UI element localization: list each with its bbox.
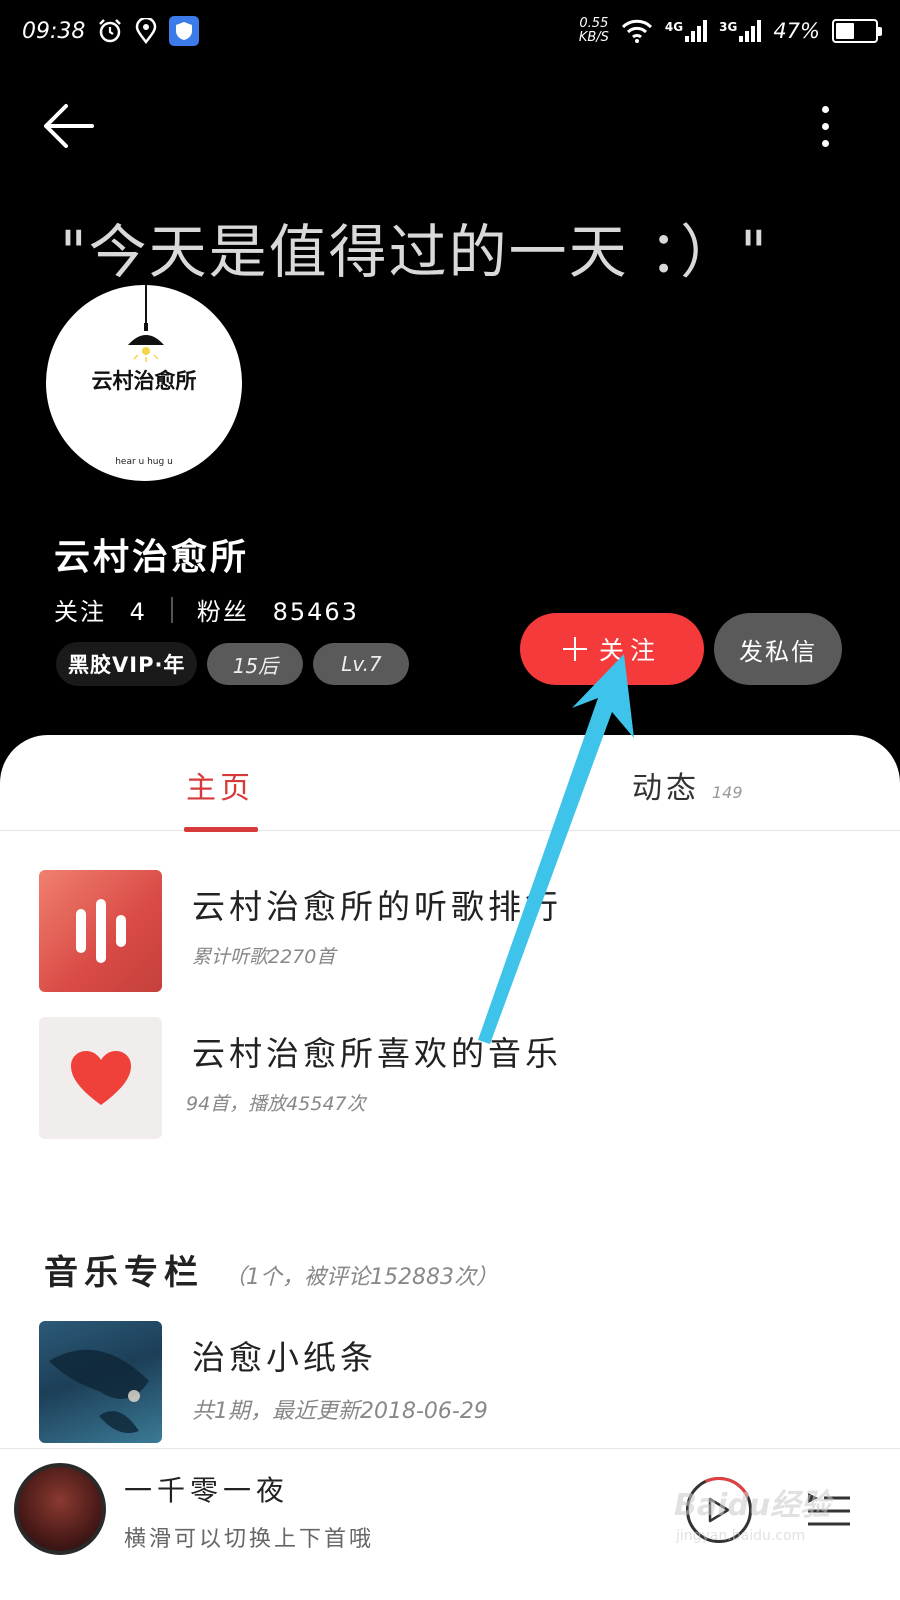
profile-tags: 黑胶VIP·年 15后 Lv.7 [56, 642, 410, 686]
alarm-icon [99, 19, 122, 43]
tab-active-indicator [184, 827, 258, 832]
level-tag[interactable]: Lv.7 [313, 643, 410, 685]
section-title: 音乐专栏 [44, 1253, 204, 1293]
divider [170, 596, 173, 623]
feed-count: 149 [712, 783, 743, 802]
ranking-bars-icon [39, 870, 162, 992]
location-icon [136, 18, 157, 44]
battery-percent: 47% [773, 19, 820, 43]
list-item-title: 云村治愈所喜欢的音乐 [192, 1034, 562, 1073]
column-subtitle: 共1期，最近更新2018-06-29 [192, 1399, 488, 1424]
now-playing-title: 一千零一夜 [124, 1474, 290, 1507]
tab-home[interactable]: 主页 [186, 763, 254, 807]
follow-button[interactable]: 关注 [520, 613, 704, 685]
follow-label: 关注 [598, 636, 661, 665]
column-cover-image [39, 1321, 162, 1443]
more-options-button[interactable] [810, 96, 840, 156]
list-item-ranking[interactable]: 云村治愈所的听歌排行 累计听歌2270首 [39, 870, 859, 992]
dot-icon [821, 122, 829, 130]
battery-icon [832, 19, 882, 43]
vip-badge[interactable]: 黑胶VIP·年 [56, 642, 198, 686]
list-item-liked-music[interactable]: 云村治愈所喜欢的音乐 94首，播放45547次 [39, 1017, 859, 1139]
send-message-button[interactable]: 发私信 [714, 613, 842, 685]
now-playing-cover[interactable] [14, 1463, 106, 1555]
age-tag: 15后 [207, 643, 304, 685]
dot-icon [821, 139, 829, 147]
signal-bars-icon [739, 20, 762, 42]
list-item-subtitle: 94首，播放45547次 [186, 1093, 366, 1115]
followers-stat[interactable]: 粉丝 85463 [197, 592, 359, 627]
profile-signature: "今天是值得过的一天 ：）" [60, 218, 769, 286]
network-speed: 0.55 KB/S [578, 16, 609, 45]
dot-icon [821, 105, 829, 113]
tab-feed[interactable]: 动态 149 [632, 763, 743, 807]
signal-3g: 3G [719, 20, 762, 42]
watermark-logo: Baidu经验 [674, 1488, 831, 1523]
plus-icon [562, 637, 587, 661]
watermark-url: jingyan.baidu.com [676, 1528, 806, 1544]
heart-icon [70, 1051, 131, 1105]
list-item-subtitle: 累计听歌2270首 [192, 946, 336, 968]
mini-player[interactable]: 一千零一夜 横滑可以切换上下首哦 [0, 1448, 900, 1600]
list-item-column[interactable]: 治愈小纸条 共1期，最近更新2018-06-29 [39, 1321, 859, 1443]
now-playing-hint: 横滑可以切换上下首哦 [124, 1527, 375, 1552]
list-item-title: 云村治愈所的听歌排行 [192, 887, 562, 926]
avatar[interactable]: 云村治愈所 hear u hug u [46, 285, 242, 481]
section-header: 音乐专栏 （1个，被评论152883次） [44, 1245, 498, 1294]
signal-bars-icon [685, 20, 708, 42]
following-stat[interactable]: 关注 4 [54, 592, 147, 627]
lamp-icon [128, 285, 164, 362]
arrow-left-icon [44, 104, 94, 148]
signal-4g: 4G [665, 20, 708, 42]
status-bar: 09:38 0.55 KB/S 4G 3G 47% [0, 0, 900, 62]
column-title: 治愈小纸条 [192, 1338, 377, 1377]
avatar-text: 云村治愈所 [91, 368, 197, 393]
section-meta: （1个，被评论152883次） [224, 1265, 498, 1290]
shield-icon [169, 16, 200, 46]
tab-bar: 主页 动态 149 [0, 735, 900, 832]
avatar-subtext: hear u hug u [115, 457, 173, 467]
wifi-icon [621, 19, 652, 43]
status-time: 09:38 [22, 18, 86, 44]
profile-name: 云村治愈所 [54, 537, 250, 578]
profile-stats: 关注 4 粉丝 85463 [54, 592, 359, 627]
back-button[interactable] [38, 96, 98, 156]
